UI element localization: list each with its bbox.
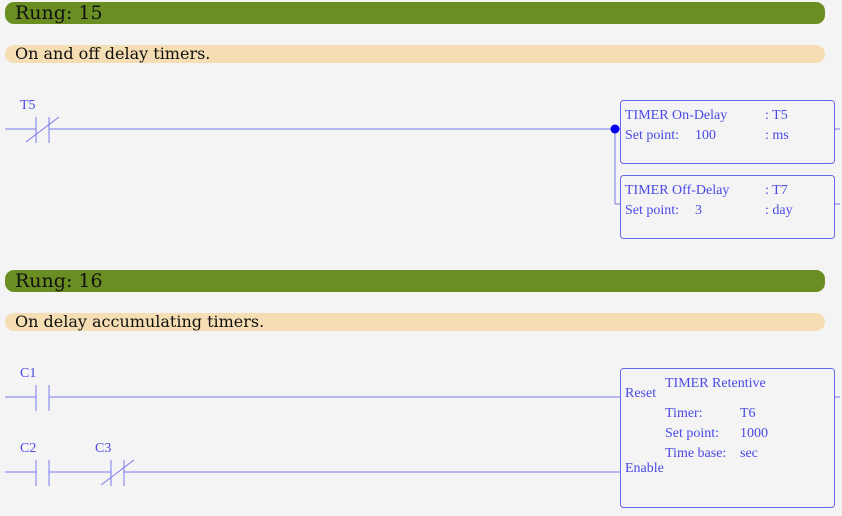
timer-retentive-block[interactable]: Reset Enable TIMER Retentive Timer: T6 S… bbox=[620, 368, 835, 508]
timer-on-delay-unit: : ms bbox=[765, 128, 789, 143]
contact-c1[interactable]: C1 bbox=[20, 366, 50, 411]
timer-on-delay-setpoint-value: 100 bbox=[695, 128, 716, 143]
contact-c2-label: C2 bbox=[20, 441, 36, 456]
timer-retentive-setpoint-value: 1000 bbox=[740, 426, 768, 441]
contact-t5[interactable]: T5 bbox=[20, 98, 60, 143]
timer-on-delay-block[interactable]: TIMER On-Delay : T5 Set point: 100 : ms bbox=[620, 100, 835, 164]
ladder-diagram: T5 TIMER On-Delay : T5 Set point: 100 : … bbox=[5, 98, 840, 508]
timer-retentive-reset-label: Reset bbox=[625, 386, 656, 401]
timer-retentive-timebase-label: Time base: bbox=[665, 446, 726, 461]
rung-15-diagram: T5 TIMER On-Delay : T5 Set point: 100 : … bbox=[5, 98, 840, 239]
rung-16-diagram: C1 C2 C3 Reset Enable TIMER Retentive Ti… bbox=[5, 366, 840, 508]
timer-off-delay-block[interactable]: TIMER Off-Delay : T7 Set point: 3 : day bbox=[620, 175, 835, 239]
timer-retentive-type: TIMER Retentive bbox=[665, 376, 766, 391]
contact-c1-label: C1 bbox=[20, 366, 36, 381]
contact-t5-label: T5 bbox=[20, 98, 36, 113]
timer-off-delay-type: TIMER Off-Delay bbox=[625, 183, 729, 198]
timer-on-delay-name: : T5 bbox=[765, 108, 788, 123]
contact-c2[interactable]: C2 bbox=[20, 441, 50, 486]
timer-off-delay-name: : T7 bbox=[765, 183, 788, 198]
timer-retentive-timer-value: T6 bbox=[740, 406, 756, 421]
contact-c3[interactable]: C3 bbox=[95, 441, 135, 486]
timer-retentive-setpoint-label: Set point: bbox=[665, 426, 719, 441]
timer-off-delay-unit: : day bbox=[765, 203, 793, 218]
timer-off-delay-setpoint-label: Set point: bbox=[625, 203, 679, 218]
contact-c3-label: C3 bbox=[95, 441, 111, 456]
timer-retentive-timebase-value: sec bbox=[740, 446, 758, 461]
junction-dot bbox=[610, 124, 620, 134]
timer-retentive-timer-label: Timer: bbox=[665, 406, 703, 421]
timer-retentive-enable-label: Enable bbox=[625, 461, 664, 476]
timer-off-delay-setpoint-value: 3 bbox=[695, 203, 702, 218]
timer-on-delay-setpoint-label: Set point: bbox=[625, 128, 679, 143]
timer-on-delay-type: TIMER On-Delay bbox=[625, 108, 727, 123]
